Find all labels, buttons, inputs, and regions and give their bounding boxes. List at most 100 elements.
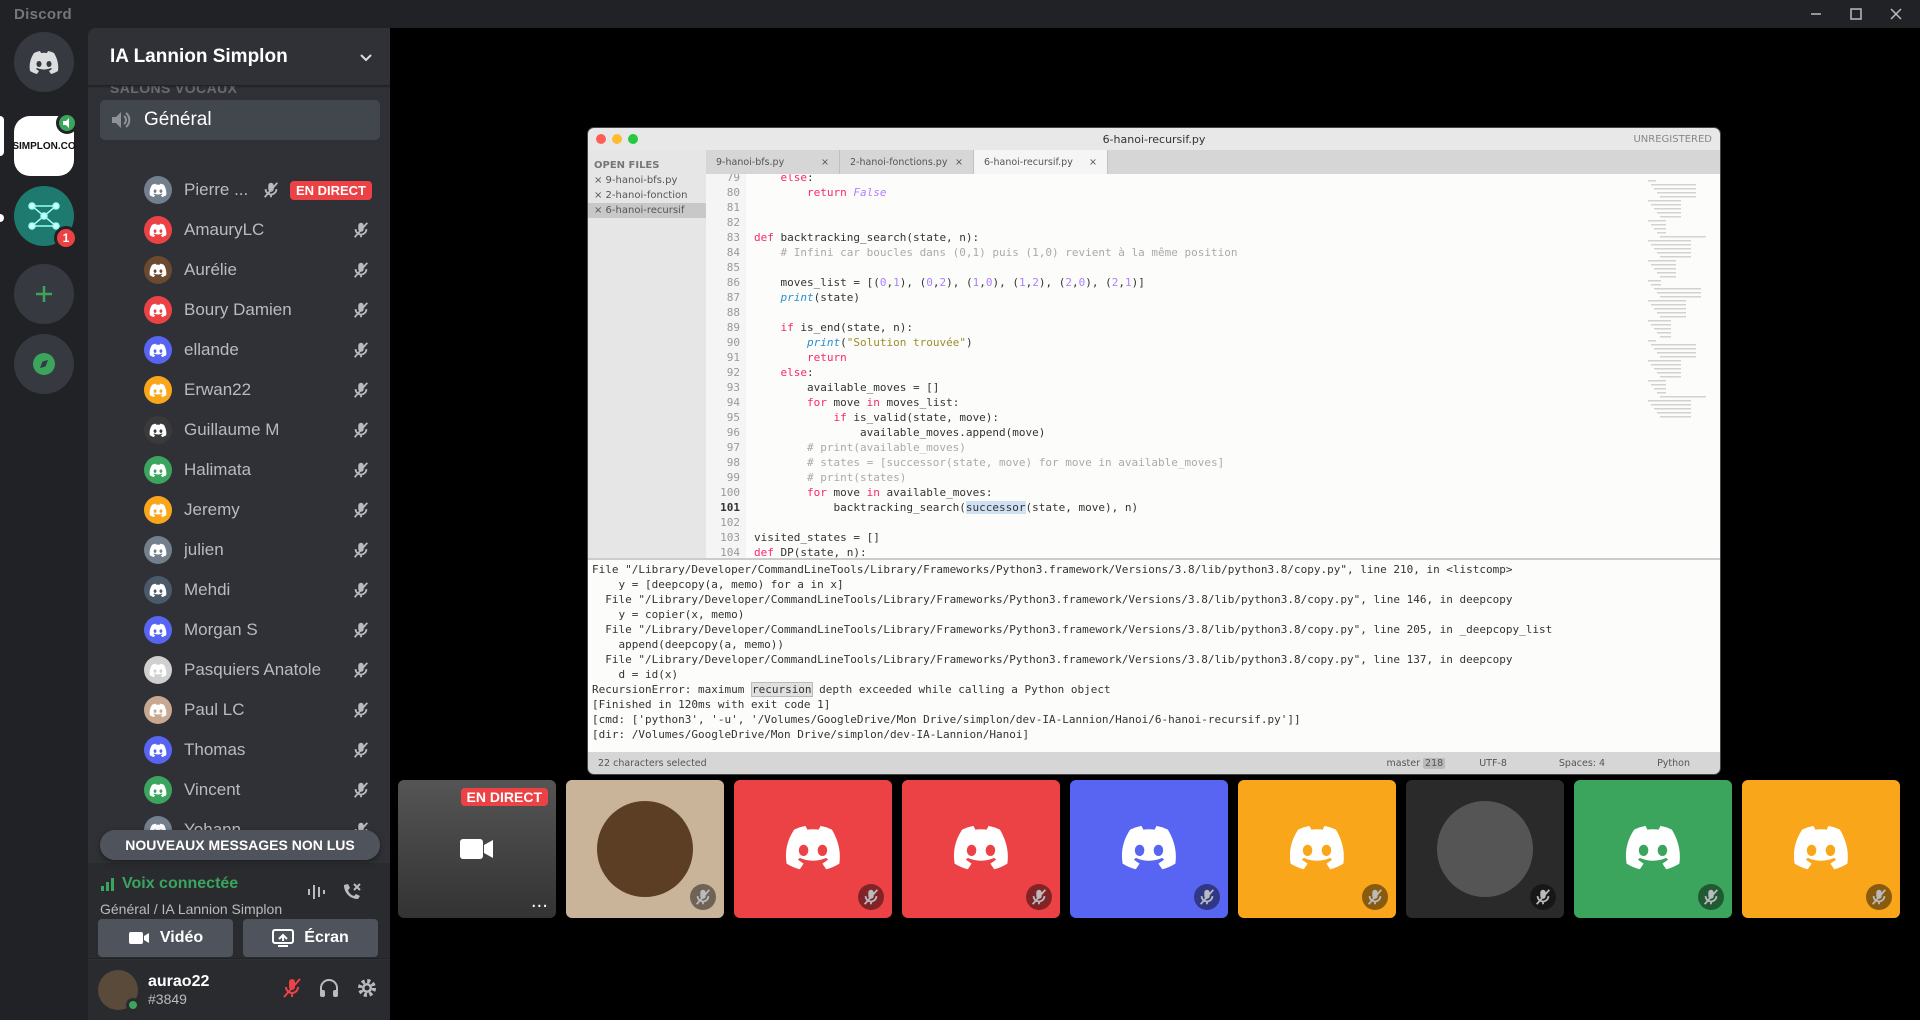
participant-tile[interactable]	[1742, 780, 1900, 918]
discord-logo-icon	[1120, 824, 1178, 873]
server-ai[interactable]: 1	[14, 186, 78, 250]
console-line: [Finished in 120ms with exit code 1]	[592, 698, 831, 711]
screen-share-button[interactable]: Écran	[243, 919, 378, 957]
participant-tile[interactable]	[1574, 780, 1732, 918]
chevron-down-icon	[360, 53, 372, 61]
participant-tile[interactable]	[1070, 780, 1228, 918]
member-name: julien	[184, 540, 224, 559]
microphone-muted-icon	[350, 339, 372, 361]
voice-member[interactable]: ellande	[144, 332, 380, 368]
participant-tile[interactable]	[734, 780, 892, 918]
editor-tab[interactable]: 6-hanoi-recursif.py ×	[974, 150, 1108, 174]
explore-button[interactable]	[14, 334, 74, 394]
voice-member[interactable]: Jeremy	[144, 492, 380, 528]
microphone-muted-icon	[1866, 884, 1892, 910]
editor-sidebar: OPEN FILES × 9-hanoi-bfs.py × 2-hanoi-fon…	[588, 150, 706, 558]
voice-member[interactable]: Paul LC	[144, 692, 380, 728]
code-line: 89 if is_end(state, n):	[726, 321, 913, 334]
more-options-icon[interactable]: ···	[531, 898, 548, 916]
user-avatar[interactable]	[98, 970, 140, 1012]
voice-channel-general[interactable]: Général	[100, 100, 380, 140]
voice-status-title[interactable]: Voix connectée	[122, 875, 238, 893]
open-file-item[interactable]: × 2-hanoi-fonction	[588, 188, 706, 203]
headphones-icon[interactable]	[318, 977, 340, 1003]
server-simplon[interactable]: SIMPLON.CO	[12, 112, 78, 176]
avatar	[144, 576, 172, 604]
screen-share-stream[interactable]: 6-hanoi-recursif.py UNREGISTERED OPEN FI…	[588, 128, 1720, 774]
voice-status-subtitle[interactable]: Général / IA Lannion Simplon	[100, 901, 282, 917]
avatar	[144, 456, 172, 484]
member-name: Halimata	[184, 460, 252, 479]
stream-tile[interactable]: EN DIRECT ···	[398, 780, 556, 918]
close-icon[interactable]: ×	[821, 157, 829, 168]
minimap	[1648, 180, 1706, 418]
member-name: Vincent	[184, 780, 241, 799]
status-selection: 22 characters selected	[598, 757, 707, 769]
code-line: 83 def backtracking_search(state, n):	[726, 231, 980, 244]
build-output: File "/Library/Developer/CommandLineTool…	[588, 558, 1720, 752]
member-name: Thomas	[184, 740, 246, 759]
discord-logo-icon	[29, 51, 59, 74]
code-line: 81	[726, 201, 740, 214]
open-file-item[interactable]: × 9-hanoi-bfs.py	[588, 173, 706, 188]
microphone-muted-icon	[858, 884, 884, 910]
close-icon[interactable]: ×	[1089, 157, 1097, 168]
avatar	[1437, 801, 1533, 897]
home-button[interactable]	[14, 32, 74, 92]
code-line: 80 return False	[726, 186, 887, 199]
minimize-icon[interactable]	[1802, 2, 1830, 26]
voice-member[interactable]: Guillaume M	[144, 412, 380, 448]
status-spaces: Spaces: 4	[1558, 757, 1606, 769]
add-server-button[interactable]	[14, 264, 74, 324]
notification-badge: 1	[54, 226, 78, 250]
voice-member[interactable]: AmauryLC	[144, 212, 380, 248]
video-button[interactable]: Vidéo	[98, 919, 233, 957]
console-line: y = [deepcopy(a, memo) for a in x]	[592, 578, 844, 591]
microphone-muted-icon	[350, 459, 372, 481]
microphone-muted-icon	[1362, 884, 1388, 910]
code-line: 98 # states = [successor(state, move) fo…	[726, 456, 1225, 469]
server-name: IA Lannion Simplon	[110, 45, 288, 67]
member-name: Morgan S	[184, 620, 258, 639]
voice-member[interactable]: Erwan22	[144, 372, 380, 408]
voice-member[interactable]: Boury Damien	[144, 292, 380, 328]
server-header[interactable]: IA Lannion Simplon	[88, 28, 390, 86]
voice-member[interactable]: Morgan S	[144, 612, 380, 648]
unread-messages-banner[interactable]: NOUVEAUX MESSAGES NON LUS	[100, 830, 380, 860]
discord-logo-icon	[1288, 824, 1346, 873]
microphone-muted-icon	[350, 659, 372, 681]
participant-tile[interactable]	[902, 780, 1060, 918]
voice-member[interactable]: Halimata	[144, 452, 380, 488]
avatar	[144, 696, 172, 724]
participant-tile[interactable]	[1238, 780, 1396, 918]
close-icon[interactable]: ×	[955, 157, 963, 168]
microphone-muted-icon	[350, 499, 372, 521]
voice-member[interactable]: Thomas	[144, 732, 380, 768]
code-line: 82	[726, 216, 740, 229]
editor-tab[interactable]: 9-hanoi-bfs.py ×	[706, 150, 840, 174]
microphone-muted-icon	[1698, 884, 1724, 910]
editor-tabs: 9-hanoi-bfs.py × 2-hanoi-fonctions.py × 6-ha…	[706, 150, 1720, 174]
voice-member[interactable]: Vincent	[144, 772, 380, 808]
microphone-muted-icon[interactable]	[282, 977, 302, 1003]
voice-member[interactable]: Pierre ... EN DIRECT	[144, 172, 380, 208]
disconnect-icon[interactable]	[340, 881, 364, 907]
editor-tab[interactable]: 2-hanoi-fonctions.py ×	[840, 150, 974, 174]
participant-tile[interactable]	[1406, 780, 1564, 918]
voice-member[interactable]: Aurélie	[144, 252, 380, 288]
settings-gear-icon[interactable]	[356, 977, 378, 1003]
maximize-icon[interactable]	[1842, 2, 1870, 26]
member-name: Jeremy	[184, 500, 240, 519]
participant-tile[interactable]	[566, 780, 724, 918]
avatar	[144, 216, 172, 244]
close-icon[interactable]	[1882, 2, 1910, 26]
voice-connection-panel: Voix connectée Général / IA Lannion Simp…	[88, 863, 390, 959]
live-badge[interactable]: EN DIRECT	[289, 180, 372, 200]
noise-suppression-icon[interactable]	[306, 881, 328, 907]
console-line: File "/Library/Developer/CommandLineTool…	[592, 563, 1513, 576]
open-file-item[interactable]: × 6-hanoi-recursif	[588, 203, 706, 218]
voice-member[interactable]: julien	[144, 532, 380, 568]
voice-channel-name: Général	[144, 109, 212, 130]
voice-member[interactable]: Pasquiers Anatole	[144, 652, 380, 688]
voice-member[interactable]: Mehdi	[144, 572, 380, 608]
